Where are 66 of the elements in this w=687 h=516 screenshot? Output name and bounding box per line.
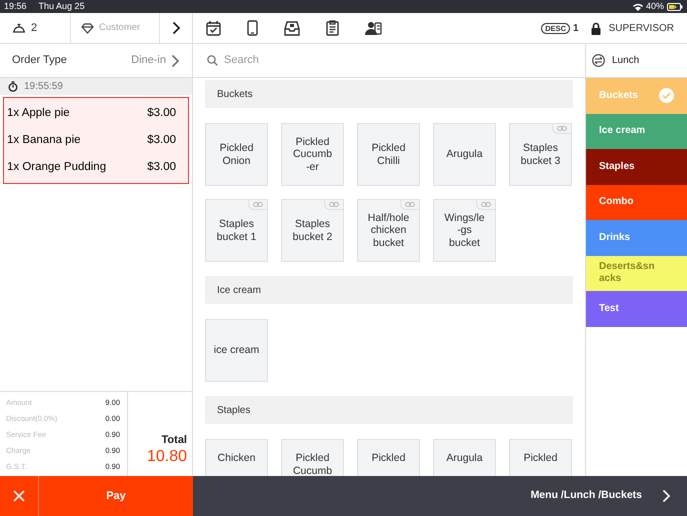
- product-tile[interactable]: Pickled Chilli: [357, 123, 420, 186]
- inbox-dollar-icon[interactable]: [284, 20, 300, 36]
- product-tile[interactable]: Arugula: [433, 439, 496, 476]
- order-type-label: Order Type: [12, 53, 67, 68]
- order-item-price: $3.00: [147, 106, 176, 121]
- cancel-button[interactable]: [0, 476, 39, 516]
- clipboard-icon[interactable]: [326, 20, 339, 36]
- product-tile[interactable]: ice cream: [205, 319, 268, 382]
- desc-count: 1: [573, 22, 579, 36]
- link-icon: [248, 200, 267, 210]
- product-tile[interactable]: Arugula: [433, 123, 496, 186]
- order-item-name[interactable]: 1x Orange Pudding: [7, 158, 106, 176]
- breadcrumb[interactable]: Menu /Lunch /Buckets: [530, 488, 642, 504]
- category-tab[interactable]: Test: [586, 291, 687, 326]
- order-time: 19:55:59: [24, 80, 63, 94]
- category-tab[interactable]: Staples: [586, 149, 687, 184]
- order-item-name[interactable]: 1x Apple pie: [7, 104, 70, 122]
- section-header: Staples: [205, 396, 573, 424]
- product-tile[interactable]: Pickled: [357, 439, 420, 476]
- product-tile[interactable]: Pickled Cucumb -er: [281, 123, 344, 186]
- link-icon: [324, 200, 343, 210]
- check-circle-icon: [659, 88, 674, 104]
- status-date: Thu Aug 25: [38, 0, 85, 13]
- section-header: Ice cream: [205, 276, 573, 304]
- tablet-icon[interactable]: [247, 20, 258, 36]
- search-field[interactable]: Search: [224, 52, 524, 69]
- category-tab[interactable]: Combo: [586, 184, 687, 220]
- order-item-price: $3.00: [147, 160, 176, 175]
- order-type-value: Dine-in: [131, 53, 166, 68]
- status-time: 19:56: [4, 0, 27, 13]
- search-icon: [207, 55, 218, 66]
- product-tile[interactable]: Half/hole chicken bucket: [357, 199, 420, 262]
- swap-circle-icon: [592, 54, 605, 67]
- product-tile[interactable]: Pickled: [509, 439, 572, 476]
- cloche-icon: [12, 22, 26, 34]
- product-tile[interactable]: Staples bucket 3: [509, 123, 572, 186]
- link-icon: [476, 200, 495, 210]
- order-item-name[interactable]: 1x Banana pie: [7, 132, 81, 150]
- order-item-price: $3.00: [147, 132, 176, 148]
- guest-count-button[interactable]: 2: [0, 13, 71, 43]
- battery-percent: 40%: [646, 0, 664, 13]
- battery-charging-icon: [667, 2, 683, 10]
- section-header: Buckets: [205, 80, 573, 108]
- menu-title[interactable]: Lunch: [612, 53, 640, 68]
- close-icon: [13, 490, 25, 502]
- product-tile[interactable]: Pickled Onion: [205, 123, 268, 186]
- product-tile[interactable]: Chicken: [205, 439, 268, 476]
- product-tile[interactable]: Wings/le -gs bucket: [433, 199, 496, 262]
- user-role[interactable]: SUPERVISOR: [608, 20, 674, 36]
- chevron-right-icon: [172, 21, 180, 35]
- link-icon: [552, 124, 571, 134]
- calendar-check-icon[interactable]: [206, 20, 221, 36]
- pay-button[interactable]: Pay: [39, 476, 193, 516]
- product-tile[interactable]: Staples bucket 2: [281, 199, 344, 262]
- lock-icon: [590, 22, 601, 34]
- total-amount: 10.80: [146, 448, 187, 466]
- wifi-icon: [632, 2, 643, 10]
- contact-card-icon[interactable]: [365, 20, 382, 36]
- chevron-right-icon: [171, 54, 180, 68]
- product-tile[interactable]: Staples bucket 1: [205, 199, 268, 262]
- stopwatch-icon: [8, 81, 18, 92]
- product-tile[interactable]: Pickled Cucumb: [281, 439, 344, 476]
- diamond-icon: [81, 22, 94, 34]
- link-icon: [400, 200, 419, 210]
- total-label: Total: [162, 432, 187, 448]
- chevron-right-icon: [662, 489, 671, 503]
